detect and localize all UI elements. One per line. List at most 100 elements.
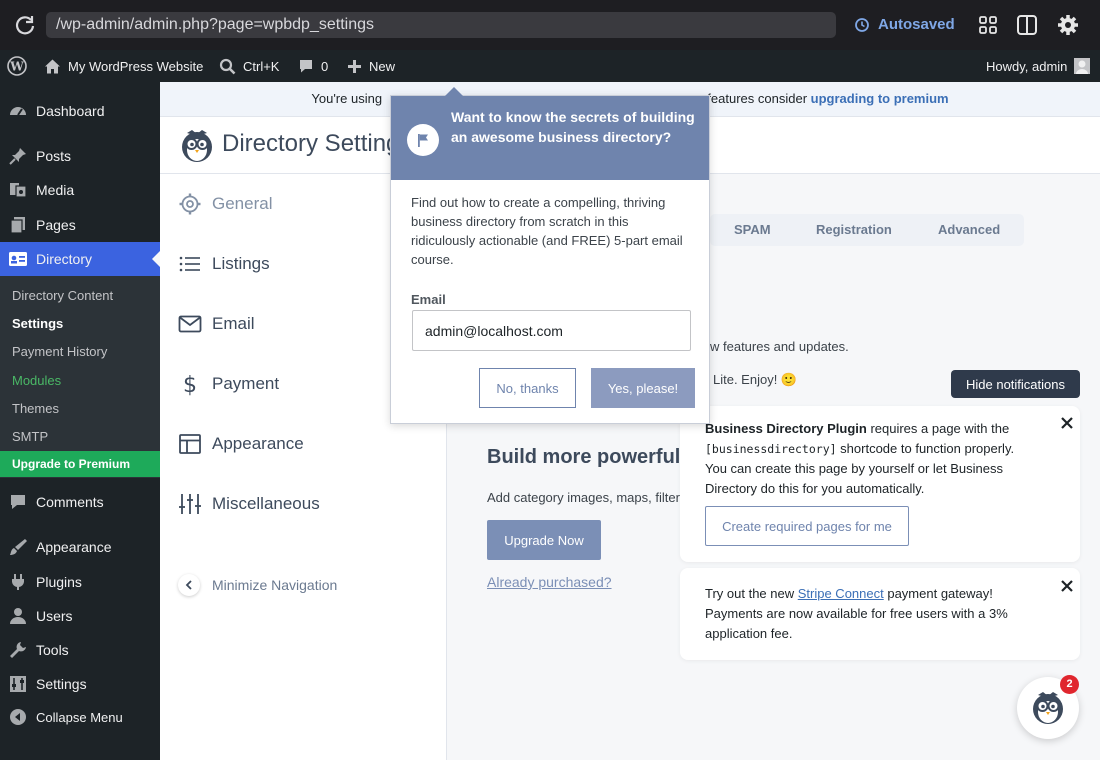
paintbrush-icon <box>0 537 36 557</box>
menu-plugins-label: Plugins <box>36 574 82 590</box>
nav-appearance[interactable]: Appearance <box>178 429 304 459</box>
dollar-icon: $ <box>178 372 202 396</box>
submenu-settings[interactable]: Settings <box>12 316 63 331</box>
search-shortcut: Ctrl+K <box>243 58 280 74</box>
submenu-smtp[interactable]: SMTP <box>12 429 48 444</box>
reload-icon[interactable] <box>14 14 36 36</box>
autosaved-status: Autosaved <box>854 12 955 38</box>
flag-icon <box>407 124 439 156</box>
yes-please-button[interactable]: Yes, please! <box>591 368 695 408</box>
my-account-link[interactable]: Howdy, admin <box>986 50 1091 82</box>
howdy-text: Howdy, admin <box>986 58 1068 74</box>
minimize-navigation-button[interactable]: Minimize Navigation <box>178 574 337 596</box>
email-course-popup: Want to know the secrets of building an … <box>390 87 710 424</box>
notification-count-badge: 2 <box>1060 675 1079 694</box>
gear-icon[interactable] <box>1057 14 1079 36</box>
nav-payment-label: Payment <box>212 374 280 393</box>
menu-appearance[interactable]: Appearance <box>0 530 160 564</box>
autosaved-label: Autosaved <box>878 16 955 33</box>
notice-text-start: You're using <box>311 91 383 106</box>
nav-email[interactable]: Email <box>178 309 255 339</box>
add-features-text: Add category images, maps, filter <box>487 490 680 505</box>
menu-posts[interactable]: Posts <box>0 139 160 173</box>
envelope-icon <box>178 312 202 336</box>
menu-comments[interactable]: Comments <box>0 485 160 519</box>
command-palette-link[interactable]: Ctrl+K <box>219 50 279 82</box>
menu-comments-label: Comments <box>36 494 104 510</box>
comment-icon <box>298 58 314 74</box>
tab-registration[interactable]: Registration <box>816 222 892 237</box>
notice-text-mid: features consider <box>707 91 808 106</box>
notification-pages-text: Business Directory Plugin requires a pag… <box>705 419 1035 499</box>
menu-media[interactable]: Media <box>0 173 160 207</box>
collapse-menu-button[interactable]: Collapse Menu <box>0 700 160 734</box>
submenu-themes[interactable]: Themes <box>12 401 59 416</box>
nav-general[interactable]: General <box>178 189 272 219</box>
nav-appearance-label: Appearance <box>212 434 304 453</box>
collapse-arrow-icon <box>0 708 36 726</box>
menu-directory[interactable]: Directory <box>0 242 160 276</box>
user-icon <box>0 606 36 626</box>
menu-plugins[interactable]: Plugins <box>0 565 160 599</box>
new-content-link[interactable]: New <box>347 50 395 82</box>
nav-payment[interactable]: $ Payment <box>178 369 279 399</box>
help-mascot-button[interactable]: 2 <box>1017 675 1079 739</box>
comments-link[interactable]: 0 <box>298 50 328 82</box>
pushpin-icon <box>0 146 36 166</box>
pages-icon <box>0 215 36 235</box>
submenu-payment-history[interactable]: Payment History <box>12 344 107 359</box>
site-name: My WordPress Website <box>68 58 204 74</box>
minimize-navigation-label: Minimize Navigation <box>212 577 338 593</box>
plug-icon <box>0 572 36 592</box>
history-icon <box>854 17 870 33</box>
notification-plugin-name: Business Directory Plugin <box>705 421 867 436</box>
plugin-mascot-logo <box>180 127 214 163</box>
admin-sidebar: Dashboard Posts Media Pages Directory Di… <box>0 82 160 760</box>
close-icon[interactable] <box>1060 579 1074 593</box>
gear-icon <box>178 192 202 216</box>
new-label: New <box>369 58 396 74</box>
menu-dashboard[interactable]: Dashboard <box>0 94 160 128</box>
menu-pages[interactable]: Pages <box>0 208 160 242</box>
menu-dashboard-label: Dashboard <box>36 103 105 119</box>
comment-icon <box>0 492 36 512</box>
create-pages-button[interactable]: Create required pages for me <box>705 506 909 546</box>
no-thanks-button[interactable]: No, thanks <box>479 368 576 408</box>
popup-arrow <box>445 87 463 96</box>
nav-email-label: Email <box>212 314 255 333</box>
nav-miscellaneous[interactable]: Miscellaneous <box>178 489 320 519</box>
active-arrow <box>152 251 160 267</box>
site-name-link[interactable]: My WordPress Website <box>44 50 203 82</box>
submenu-modules[interactable]: Modules <box>12 373 61 388</box>
already-purchased-link[interactable]: Already purchased? <box>487 574 612 590</box>
menu-users[interactable]: Users <box>0 599 160 633</box>
nav-listings[interactable]: Listings <box>178 249 270 279</box>
tab-spam[interactable]: SPAM <box>734 222 771 237</box>
upgrade-premium-link[interactable]: upgrading to premium <box>811 91 949 106</box>
stripe-connect-link[interactable]: Stripe Connect <box>798 586 884 601</box>
close-icon[interactable] <box>1060 416 1074 430</box>
submenu-directory-content[interactable]: Directory Content <box>12 288 113 303</box>
tab-advanced[interactable]: Advanced <box>938 222 1000 237</box>
email-field[interactable] <box>412 310 691 351</box>
wordpress-logo-icon[interactable]: W <box>7 50 27 82</box>
menu-tools[interactable]: Tools <box>0 633 160 667</box>
menu-settings[interactable]: Settings <box>0 667 160 701</box>
home-icon <box>44 58 61 75</box>
media-icon <box>0 180 36 200</box>
submenu-upgrade[interactable]: Upgrade to Premium <box>0 451 160 477</box>
sidebar-toggle-icon[interactable] <box>1016 14 1038 36</box>
build-title: Build more powerful <box>487 446 681 468</box>
wrench-icon <box>0 640 36 660</box>
grid-icon[interactable] <box>977 14 999 36</box>
nav-miscellaneous-label: Miscellaneous <box>212 494 320 513</box>
notification-card-pages: Business Directory Plugin requires a pag… <box>680 406 1080 562</box>
features-text: w features and updates. <box>710 339 849 354</box>
dashboard-icon <box>0 101 36 121</box>
upgrade-now-button[interactable]: Upgrade Now <box>487 520 601 560</box>
sliders-icon <box>178 492 202 516</box>
hide-notifications-button[interactable]: Hide notifications <box>951 370 1080 398</box>
nav-listings-label: Listings <box>212 254 270 273</box>
url-bar[interactable]: /wp-admin/admin.php?page=wpbdp_settings <box>46 12 836 38</box>
stripe-text-1: Try out the new <box>705 586 798 601</box>
